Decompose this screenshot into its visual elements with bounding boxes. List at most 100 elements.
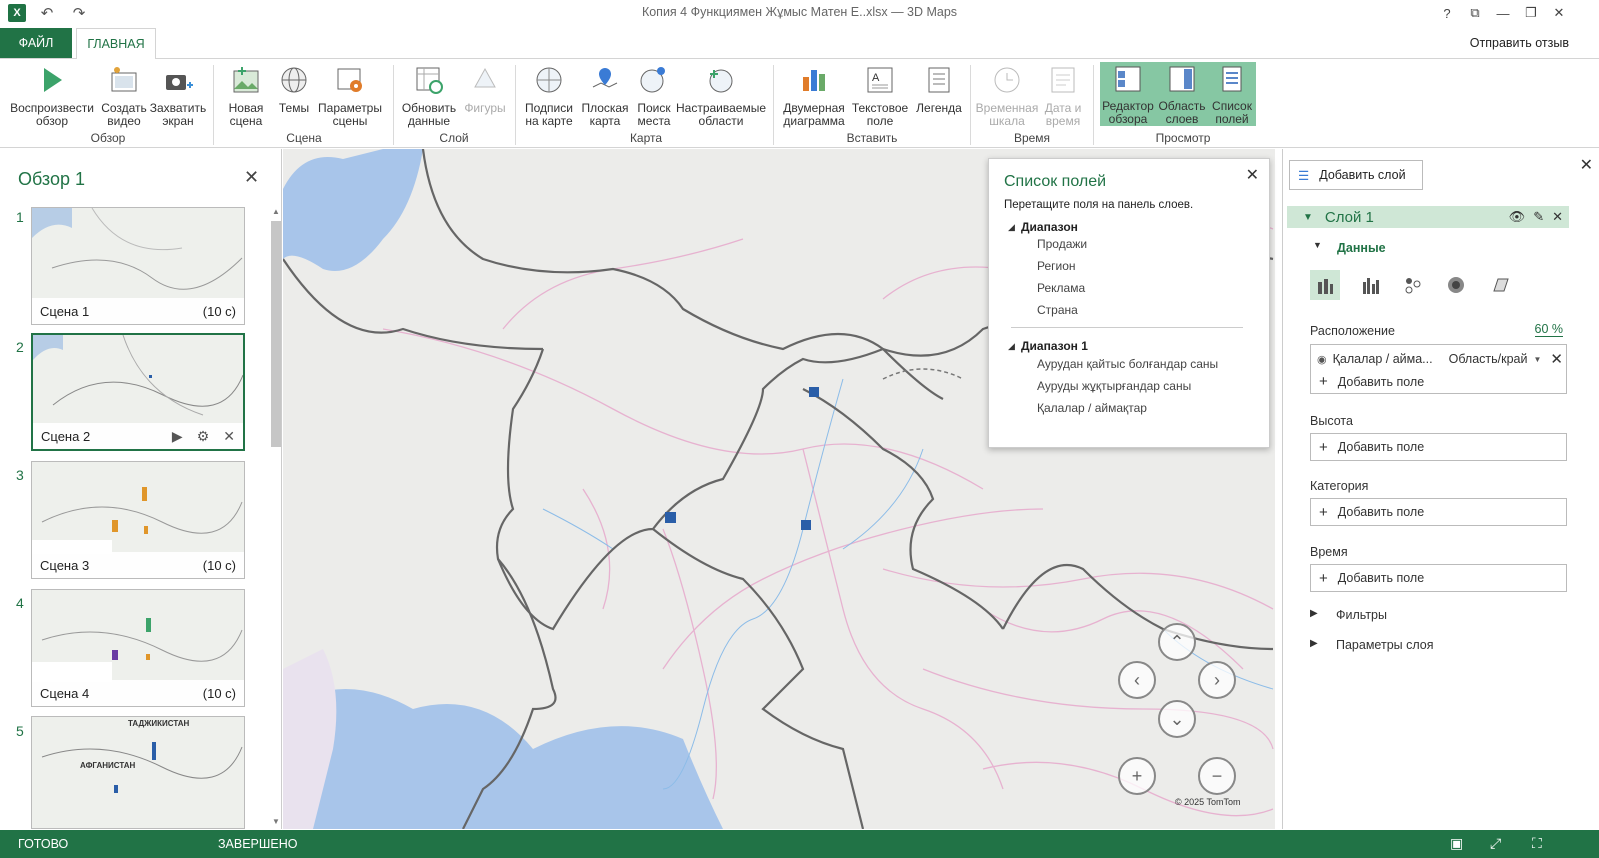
location-type-dropdown[interactable]: Область/край bbox=[1449, 352, 1528, 366]
flat-map-button[interactable]: Плоская карта bbox=[580, 62, 630, 128]
custom-regions-label: Настраиваемые области bbox=[675, 101, 767, 128]
close-window-button[interactable]: ✕ bbox=[1548, 3, 1570, 23]
field-group-name[interactable]: Диапазон bbox=[1021, 220, 1078, 234]
tab-home[interactable]: ГЛАВНАЯ bbox=[76, 28, 156, 59]
help-button[interactable]: ? bbox=[1436, 3, 1458, 23]
collapse-icon[interactable]: ◢ bbox=[1008, 341, 1015, 352]
data-marker[interactable] bbox=[665, 512, 676, 523]
layer-header[interactable]: ▼ Слой 1 👁 ✎ ✕ bbox=[1287, 206, 1569, 228]
collapse-icon[interactable]: ▼ bbox=[1303, 212, 1313, 223]
collapse-icon[interactable]: ◢ bbox=[1008, 222, 1015, 233]
legend-button[interactable]: Легенда bbox=[914, 62, 964, 115]
remove-field-icon[interactable]: ✕ bbox=[1550, 350, 1563, 368]
scene-thumbnail-5[interactable]: ТАДЖИКИСТАН АФГАНИСТАН bbox=[31, 716, 245, 829]
radio-icon[interactable]: ◉ bbox=[1317, 353, 1327, 366]
field-item[interactable]: Ауруды жұқтырғандар саны bbox=[1037, 379, 1191, 393]
text-box-button[interactable]: A Текстовое поле bbox=[850, 62, 910, 128]
field-item[interactable]: Реклама bbox=[1037, 281, 1085, 295]
add-time-field[interactable]: + Добавить поле bbox=[1310, 564, 1567, 592]
scene-thumbnail-4[interactable]: Сцена 4 (10 с) bbox=[31, 589, 245, 707]
field-list-subtitle: Перетащите поля на панель слоев. bbox=[1004, 199, 1194, 211]
minimize-button[interactable]: — bbox=[1492, 3, 1514, 23]
screenshot-icon[interactable]: ▣ bbox=[1450, 835, 1463, 852]
field-item[interactable]: Регион bbox=[1037, 259, 1076, 273]
scene-thumbnail-3[interactable]: Сцена 3 (10 с) bbox=[31, 461, 245, 579]
delete-scene-icon[interactable]: ✕ bbox=[223, 428, 235, 445]
fit-view-icon[interactable]: ⤢ bbox=[1490, 835, 1501, 852]
add-location-field[interactable]: + Добавить поле bbox=[1319, 373, 1424, 390]
tour-scrollbar[interactable]: ▲ ▼ bbox=[270, 207, 282, 829]
stacked-column-icon[interactable] bbox=[1310, 270, 1340, 300]
caspian-sea bbox=[283, 149, 423, 271]
bubble-icon[interactable] bbox=[1398, 270, 1428, 300]
capture-screen-button[interactable]: Захватить экран bbox=[150, 62, 206, 128]
add-category-field[interactable]: + Добавить поле bbox=[1310, 498, 1567, 526]
themes-button[interactable]: Темы bbox=[274, 62, 314, 115]
close-icon[interactable]: ✕ bbox=[1580, 155, 1593, 175]
send-feedback-link[interactable]: Отправить отзыв bbox=[1470, 36, 1569, 50]
field-item[interactable]: Қалалар / аймақтар bbox=[1037, 401, 1147, 415]
ribbon-display-button[interactable]: ⧉ bbox=[1464, 3, 1486, 23]
date-time-button[interactable]: Дата и время bbox=[1042, 62, 1084, 128]
data-marker[interactable] bbox=[801, 520, 811, 530]
scene-caption: Сцена 2 ▶ ⚙ ✕ bbox=[33, 423, 243, 449]
expand-icon[interactable]: ▶ bbox=[1310, 638, 1318, 649]
thumb-label-afghanistan: АФГАНИСТАН bbox=[80, 761, 136, 770]
field-group-name[interactable]: Диапазон 1 bbox=[1021, 339, 1088, 353]
play-scene-icon[interactable]: ▶ bbox=[172, 428, 183, 445]
collapse-icon[interactable]: ▼ bbox=[1313, 240, 1322, 250]
create-video-button[interactable]: Создать видео bbox=[100, 62, 148, 128]
data-marker[interactable] bbox=[809, 387, 819, 397]
timeline-button[interactable]: Временная шкала bbox=[976, 62, 1038, 128]
region-icon[interactable] bbox=[1485, 270, 1515, 300]
two-d-chart-button[interactable]: Двумерная диаграмма bbox=[782, 62, 846, 128]
field-item[interactable]: Продажи bbox=[1037, 237, 1087, 251]
close-icon[interactable]: ✕ bbox=[1246, 165, 1259, 185]
field-item[interactable]: Страна bbox=[1037, 303, 1078, 317]
delete-layer-icon[interactable]: ✕ bbox=[1552, 209, 1563, 225]
edit-icon[interactable]: ✎ bbox=[1533, 209, 1544, 225]
group-label-tour: Обзор bbox=[90, 131, 126, 145]
layer-pane-button[interactable]: Область слоев bbox=[1156, 62, 1208, 126]
chevron-down-icon[interactable]: ▼ bbox=[1534, 355, 1542, 364]
add-height-field[interactable]: + Добавить поле bbox=[1310, 433, 1567, 461]
layer-pane-icon bbox=[1165, 62, 1199, 96]
layer-options-section[interactable]: Параметры слоя bbox=[1336, 638, 1434, 652]
expand-icon[interactable]: ▶ bbox=[1310, 608, 1318, 619]
pan-left-icon[interactable]: ‹ bbox=[1118, 661, 1156, 699]
clustered-column-icon[interactable] bbox=[1356, 270, 1386, 300]
gear-icon[interactable]: ⚙ bbox=[197, 428, 210, 445]
play-tour-button[interactable]: Воспроизвести обзор bbox=[8, 62, 96, 128]
shapes-button[interactable]: Фигуры bbox=[462, 62, 508, 115]
tour-editor-button[interactable]: Редактор обзора bbox=[1100, 62, 1156, 126]
pan-down-icon[interactable]: ⌄ bbox=[1158, 700, 1196, 738]
field-item[interactable]: Аурудан қайтыс болғандар саны bbox=[1037, 357, 1218, 371]
scroll-thumb[interactable] bbox=[271, 221, 281, 447]
location-percent[interactable]: 60 % bbox=[1534, 322, 1563, 337]
filters-section[interactable]: Фильтры bbox=[1336, 608, 1387, 622]
scene-options-button[interactable]: Параметры сцены bbox=[316, 62, 384, 128]
location-field-name[interactable]: Қалалар / айма... bbox=[1333, 352, 1433, 366]
scene-thumbnail-1[interactable]: Сцена 1 (10 с) bbox=[31, 207, 245, 325]
find-location-button[interactable]: Поиск места bbox=[632, 62, 676, 128]
eye-icon[interactable]: 👁 bbox=[1509, 209, 1526, 225]
tab-file[interactable]: ФАЙЛ bbox=[0, 28, 72, 58]
custom-regions-button[interactable]: Настраиваемые области bbox=[676, 62, 766, 128]
refresh-data-button[interactable]: Обновить данные bbox=[400, 62, 458, 128]
add-layer-button[interactable]: ☰ Добавить слой bbox=[1289, 160, 1423, 190]
heatmap-icon[interactable] bbox=[1441, 270, 1471, 300]
close-icon[interactable]: ✕ bbox=[244, 167, 259, 188]
fullscreen-icon[interactable]: ⛶ bbox=[1532, 835, 1542, 852]
zoom-out-icon[interactable]: − bbox=[1198, 757, 1236, 795]
scroll-down-icon[interactable]: ▼ bbox=[270, 817, 282, 829]
scene-thumbnail-2[interactable]: Сцена 2 ▶ ⚙ ✕ bbox=[31, 333, 245, 451]
new-scene-button[interactable]: Новая сцена bbox=[222, 62, 270, 128]
scroll-up-icon[interactable]: ▲ bbox=[270, 207, 282, 219]
pan-right-icon[interactable]: › bbox=[1198, 661, 1236, 699]
pan-up-icon[interactable]: ⌃ bbox=[1158, 623, 1196, 661]
zoom-in-icon[interactable]: + bbox=[1118, 757, 1156, 795]
field-list-button[interactable]: Список полей bbox=[1208, 62, 1256, 126]
restore-button[interactable]: ❐ bbox=[1520, 3, 1542, 23]
map-labels-button[interactable]: Подписи на карте bbox=[522, 62, 576, 128]
scene-duration: (10 с) bbox=[202, 557, 236, 573]
